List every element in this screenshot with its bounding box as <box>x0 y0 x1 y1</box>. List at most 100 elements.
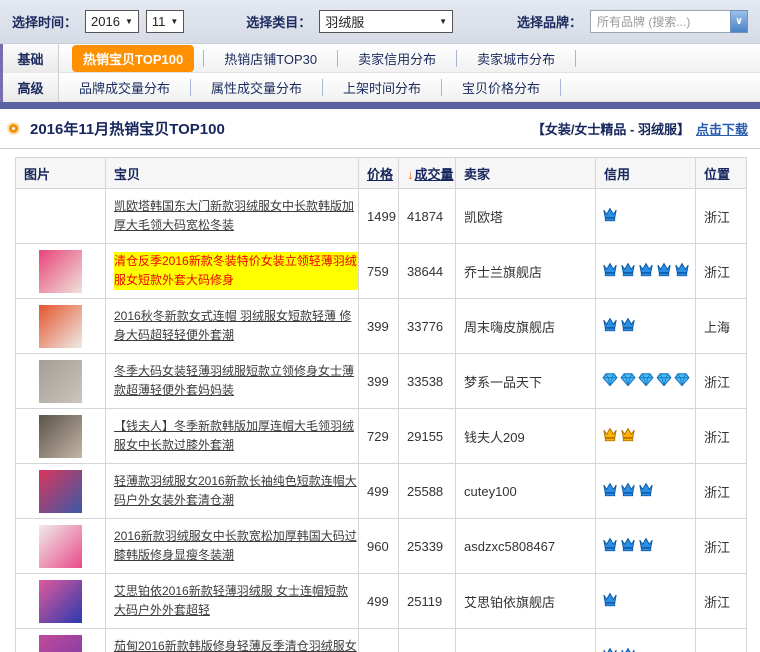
credit-cell <box>596 354 696 409</box>
sales-cell: 25588 <box>399 464 456 519</box>
category-select-value: 羽绒服 <box>325 12 364 31</box>
table-row: 2016秋冬新款女式连帽 羽绒服女短款轻薄 修身大码超轻轻便外套潮 399 33… <box>16 299 747 354</box>
brand-search-input[interactable] <box>590 10 730 33</box>
blue-crown-icon <box>638 262 654 280</box>
product-image[interactable] <box>39 195 82 238</box>
sales-cell: 25119 <box>399 574 456 629</box>
product-image[interactable] <box>39 580 82 623</box>
blue-crown-icon <box>602 262 618 280</box>
brand-filter-label: 选择品牌： <box>517 12 582 31</box>
location-cell: 浙江 <box>696 464 747 519</box>
header-image: 图片 <box>16 158 106 189</box>
blue-crown-icon <box>638 482 654 500</box>
section-head: 2016年11月热销宝贝TOP100 【女装/女士精品 - 羽绒服】 点击下载 <box>0 109 760 149</box>
sales-cell <box>399 629 456 652</box>
sales-sort-link[interactable]: 成交量 <box>415 167 454 182</box>
time-filter-label: 选择时间： <box>12 12 77 31</box>
sales-cell: 33538 <box>399 354 456 409</box>
product-image[interactable] <box>39 360 82 403</box>
location-cell: 浙江 <box>696 574 747 629</box>
product-image[interactable] <box>39 250 82 293</box>
blue-crown-icon <box>602 647 618 652</box>
blue-crown-icon <box>602 207 618 225</box>
location-cell: 浙江 <box>696 244 747 299</box>
title-cell: 清仓反季2016新款冬装特价女装立领轻薄羽绒服女短款外套大码修身 <box>106 244 359 299</box>
product-image[interactable] <box>39 415 82 458</box>
tab-divider <box>560 79 561 96</box>
blue-crown-icon <box>656 262 672 280</box>
product-image[interactable] <box>39 525 82 568</box>
advanced-tab-row: 高级 品牌成交量分布 属性成交量分布 上架时间分布 宝贝价格分布 <box>3 73 760 102</box>
credit-cell <box>596 519 696 574</box>
title-cell: 2016新款羽绒服女中长款宽松加厚韩国大码过膝韩版修身显瘦冬装潮 <box>106 519 359 574</box>
blue-crown-icon <box>602 482 618 500</box>
year-select-value: 2016 <box>91 14 120 29</box>
location-cell: 浙江 <box>696 519 747 574</box>
price-cell: 399 <box>359 354 399 409</box>
blue-crown-icon <box>602 592 618 610</box>
product-title-link[interactable]: 茄甸2016新款韩版修身轻薄反季清仓羽绒服女短款连 <box>114 637 358 652</box>
divider-bar <box>0 102 760 109</box>
basic-tab-row: 基础 热销宝贝TOP100 热销店铺TOP30 卖家信用分布 卖家城市分布 <box>3 44 760 73</box>
tab-seller-city-distribution[interactable]: 卖家城市分布 <box>457 49 575 68</box>
blue-diamond-icon <box>620 372 636 390</box>
price-cell: 499 <box>359 464 399 519</box>
month-select-value: 11 <box>152 14 166 29</box>
product-title-link[interactable]: 艾思铂依2016新款轻薄羽绒服 女士连帽短款大码户外外套超轻 <box>114 582 358 619</box>
tab-attribute-volume-distribution[interactable]: 属性成交量分布 <box>191 78 322 97</box>
price-cell: 729 <box>359 409 399 464</box>
product-title-link[interactable]: 凯欧塔韩国东大门新款羽绒服女中长款韩版加厚大毛领大码宽松冬装 <box>114 197 358 234</box>
header-price: 价格 <box>359 158 399 189</box>
credit-cell <box>596 629 696 652</box>
tabs-block: 基础 热销宝贝TOP100 热销店铺TOP30 卖家信用分布 卖家城市分布 高级… <box>0 44 760 102</box>
table-row: 冬季大码女装轻薄羽绒服短款立领修身女士薄款超薄轻便外套妈妈装 399 33538… <box>16 354 747 409</box>
tab-brand-volume-distribution[interactable]: 品牌成交量分布 <box>59 78 190 97</box>
tab-hot-shops-top30[interactable]: 热销店铺TOP30 <box>204 49 337 68</box>
sort-desc-arrow-icon: ↓ <box>407 167 414 182</box>
product-title-link[interactable]: 清仓反季2016新款冬装特价女装立领轻薄羽绒服女短款外套大码修身 <box>114 252 358 289</box>
sales-cell: 25339 <box>399 519 456 574</box>
product-title-link[interactable]: 2016新款羽绒服女中长款宽松加厚韩国大码过膝韩版修身显瘦冬装潮 <box>114 527 358 564</box>
seller-cell: 凯欧塔 <box>456 189 596 244</box>
price-sort-link[interactable]: 价格 <box>367 167 393 182</box>
tab-seller-credit-distribution[interactable]: 卖家信用分布 <box>338 49 456 68</box>
product-title-link[interactable]: 【钱夫人】冬季新款韩版加厚连帽大毛领羽绒服女中长款过膝外套潮 <box>114 417 358 454</box>
brand-dropdown-button[interactable]: ∨ <box>730 10 748 33</box>
image-cell <box>16 574 106 629</box>
blue-crown-icon <box>602 537 618 555</box>
product-title-link[interactable]: 轻薄款羽绒服女2016新款长袖纯色短款连帽大码户外女装外套清仓潮 <box>114 472 358 509</box>
price-cell <box>359 629 399 652</box>
download-link[interactable]: 点击下载 <box>696 119 748 138</box>
product-image[interactable] <box>39 305 82 348</box>
month-select[interactable]: 11 ▼ <box>146 10 184 33</box>
blue-crown-icon <box>620 647 636 652</box>
tab-item-price-distribution[interactable]: 宝贝价格分布 <box>442 78 560 97</box>
credit-cell <box>596 189 696 244</box>
product-title-link[interactable]: 2016秋冬新款女式连帽 羽绒服女短款轻薄 修身大码超轻轻便外套潮 <box>114 307 358 344</box>
category-path: 【女装/女士精品 - 羽绒服】 <box>532 119 690 138</box>
product-title-link[interactable]: 冬季大码女装轻薄羽绒服短款立领修身女士薄款超薄轻便外套妈妈装 <box>114 362 358 399</box>
seller-cell <box>456 629 596 652</box>
credit-cell <box>596 574 696 629</box>
product-image[interactable] <box>39 635 82 652</box>
header-item: 宝贝 <box>106 158 359 189</box>
title-cell: 2016秋冬新款女式连帽 羽绒服女短款轻薄 修身大码超轻轻便外套潮 <box>106 299 359 354</box>
sales-cell: 29155 <box>399 409 456 464</box>
top100-table-wrap: 图片 宝贝 价格 ↓成交量 卖家 信用 位置 凯欧塔韩国东大门新款羽绒服女中长款… <box>15 157 746 652</box>
tab-listing-time-distribution[interactable]: 上架时间分布 <box>323 78 441 97</box>
price-cell: 960 <box>359 519 399 574</box>
bullet-ring-icon <box>9 124 18 133</box>
tab-hot-items-top100[interactable]: 热销宝贝TOP100 <box>72 45 194 72</box>
blue-crown-icon <box>620 262 636 280</box>
caret-down-icon: ▼ <box>439 17 447 26</box>
table-body: 凯欧塔韩国东大门新款羽绒服女中长款韩版加厚大毛领大码宽松冬装 1499 4187… <box>16 189 747 652</box>
blue-diamond-icon <box>602 372 618 390</box>
location-cell <box>696 629 747 652</box>
header-seller: 卖家 <box>456 158 596 189</box>
seller-cell: asdzxc5808467 <box>456 519 596 574</box>
category-select[interactable]: 羽绒服 ▼ <box>319 10 453 33</box>
year-select[interactable]: 2016 ▼ <box>85 10 139 33</box>
blue-crown-icon <box>602 317 618 335</box>
basic-group-label: 基础 <box>3 44 59 73</box>
product-image[interactable] <box>39 470 82 513</box>
